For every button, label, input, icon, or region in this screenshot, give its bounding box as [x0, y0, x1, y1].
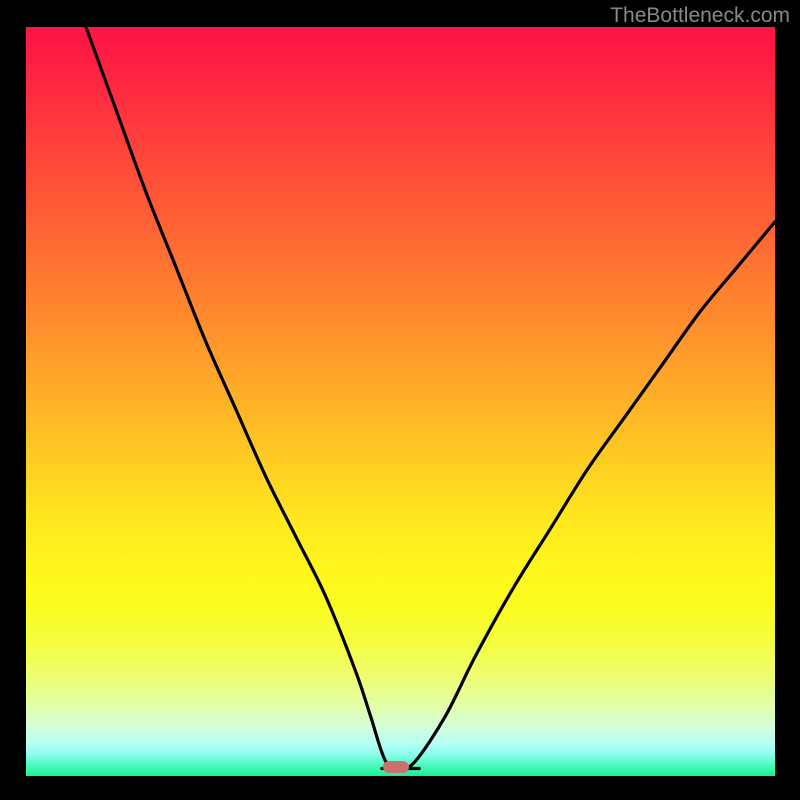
bottleneck-curve [26, 27, 775, 776]
plot-area [26, 27, 775, 776]
optimal-point-marker [383, 761, 409, 773]
chart-frame: TheBottleneck.com [0, 0, 800, 800]
watermark-text: TheBottleneck.com [610, 4, 790, 28]
